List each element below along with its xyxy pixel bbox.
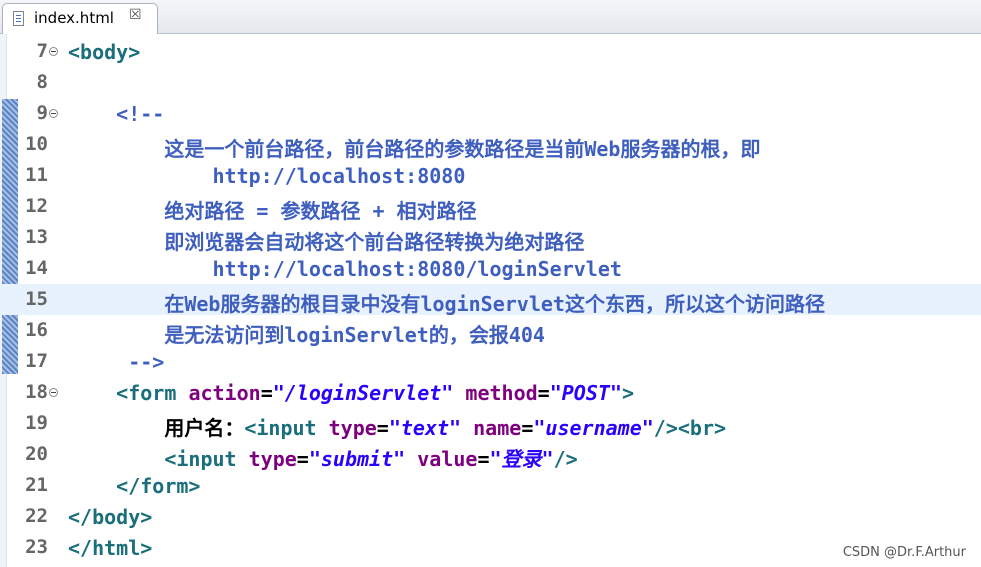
editor-tab-bar: index.html ☒ bbox=[0, 0, 981, 34]
code-text: 绝对路径 = 参数路径 + 相对路径 bbox=[68, 195, 477, 224]
comment-token: http://localhost:8080/loginServlet bbox=[212, 257, 622, 281]
code-text: 即浏览器会自动将这个前台路径转换为绝对路径 bbox=[68, 226, 584, 255]
tag-token: </html> bbox=[68, 536, 153, 560]
line-number: 16 bbox=[25, 319, 48, 341]
code-text: </html> bbox=[68, 536, 152, 560]
line-number: 23 bbox=[25, 536, 48, 558]
code-line: 18 <form action="/loginServlet" method="… bbox=[0, 377, 981, 408]
comment-token: http://localhost:8080 bbox=[212, 164, 466, 188]
code-line: 7 <body> bbox=[0, 36, 981, 67]
code-line: 9 <!-- bbox=[0, 98, 981, 129]
line-number: 21 bbox=[25, 474, 48, 496]
line-number: 17 bbox=[25, 350, 48, 372]
comment-token: 是无法访问到loginServlet的，会报404 bbox=[164, 323, 545, 347]
code-text: </form> bbox=[68, 474, 200, 498]
html-file-icon bbox=[13, 11, 24, 26]
fold-toggle-icon[interactable] bbox=[49, 109, 58, 118]
line-number: 10 bbox=[25, 133, 48, 155]
tag-token: </body> bbox=[68, 505, 153, 529]
code-line: 11 http://localhost:8080 bbox=[0, 160, 981, 191]
tab-label: index.html bbox=[34, 9, 114, 27]
comment-token: 绝对路径 = 参数路径 + 相对路径 bbox=[164, 199, 477, 223]
code-text: </body> bbox=[68, 505, 152, 529]
line-number: 8 bbox=[36, 71, 48, 93]
code-line: 8 bbox=[0, 67, 981, 98]
code-line: 14 http://localhost:8080/loginServlet bbox=[0, 253, 981, 284]
fold-toggle-icon[interactable] bbox=[49, 388, 58, 397]
code-line: 20 <input type="submit" value="登录"/> bbox=[0, 439, 981, 471]
code-line: 21 </form> bbox=[0, 470, 981, 501]
code-text: --> bbox=[68, 350, 164, 374]
code-editor[interactable]: 7 <body> 8 9 <!-- 10 这是一个前台路径，前台路径的参数路径是… bbox=[0, 34, 981, 567]
tag-token: </form> bbox=[116, 474, 201, 498]
line-number: 20 bbox=[25, 443, 48, 465]
comment-token: --> bbox=[128, 350, 165, 374]
line-number: 15 bbox=[25, 288, 48, 310]
current-code-line: 15 在Web服务器的根目录中没有loginServlet这个东西，所以这个访问… bbox=[0, 284, 981, 317]
line-number: 9 bbox=[36, 102, 48, 124]
line-number: 13 bbox=[25, 226, 48, 248]
comment-token: 在Web服务器的根目录中没有loginServlet这个东西，所以这个访问路径 bbox=[164, 292, 825, 316]
line-number: 18 bbox=[25, 381, 48, 403]
code-line: 17 --> bbox=[0, 346, 981, 377]
code-line: 23 </html> bbox=[0, 532, 981, 563]
tag-token: <body> bbox=[68, 40, 141, 64]
line-number: 14 bbox=[25, 257, 48, 279]
line-number: 11 bbox=[25, 164, 48, 186]
code-text: <form action="/loginServlet" method="POS… bbox=[116, 381, 634, 405]
code-text: 这是一个前台路径，前台路径的参数路径是当前Web服务器的根，即 bbox=[68, 133, 760, 162]
code-text: <body> bbox=[68, 40, 140, 64]
code-text: <input type="submit" value="登录"/> bbox=[164, 447, 578, 471]
code-text: 用户名：<input type="text" name="username"/>… bbox=[164, 416, 727, 440]
close-icon[interactable]: ☒ bbox=[129, 7, 142, 23]
watermark: CSDN @Dr.F.Arthur bbox=[842, 545, 966, 560]
line-number: 22 bbox=[25, 505, 48, 527]
code-line: 13 即浏览器会自动将这个前台路径转换为绝对路径 bbox=[0, 222, 981, 255]
code-text: http://localhost:8080 bbox=[68, 164, 466, 188]
code-text: 在Web服务器的根目录中没有loginServlet这个东西，所以这个访问路径 bbox=[68, 288, 825, 317]
code-text: <!-- bbox=[68, 102, 164, 126]
line-number: 19 bbox=[25, 412, 48, 434]
code-text: 是无法访问到loginServlet的，会报404 bbox=[68, 319, 545, 348]
code-line: 19 用户名：<input type="text" name="username… bbox=[0, 408, 981, 440]
fold-toggle-icon[interactable] bbox=[49, 47, 58, 56]
code-line: 22 </body> bbox=[0, 501, 981, 532]
code-text: http://localhost:8080/loginServlet bbox=[68, 257, 622, 281]
code-line: 10 这是一个前台路径，前台路径的参数路径是当前Web服务器的根，即 bbox=[0, 129, 981, 162]
comment-token: 即浏览器会自动将这个前台路径转换为绝对路径 bbox=[164, 230, 585, 254]
comment-token: <!-- bbox=[116, 102, 165, 126]
line-number: 12 bbox=[25, 195, 48, 217]
tab-index-html[interactable]: index.html ☒ bbox=[2, 3, 158, 34]
code-line: 12 绝对路径 = 参数路径 + 相对路径 bbox=[0, 191, 981, 224]
comment-token: 这是一个前台路径，前台路径的参数路径是当前Web服务器的根，即 bbox=[164, 137, 761, 161]
code-line: 16 是无法访问到loginServlet的，会报404 bbox=[0, 315, 981, 348]
line-number: 7 bbox=[36, 40, 48, 62]
